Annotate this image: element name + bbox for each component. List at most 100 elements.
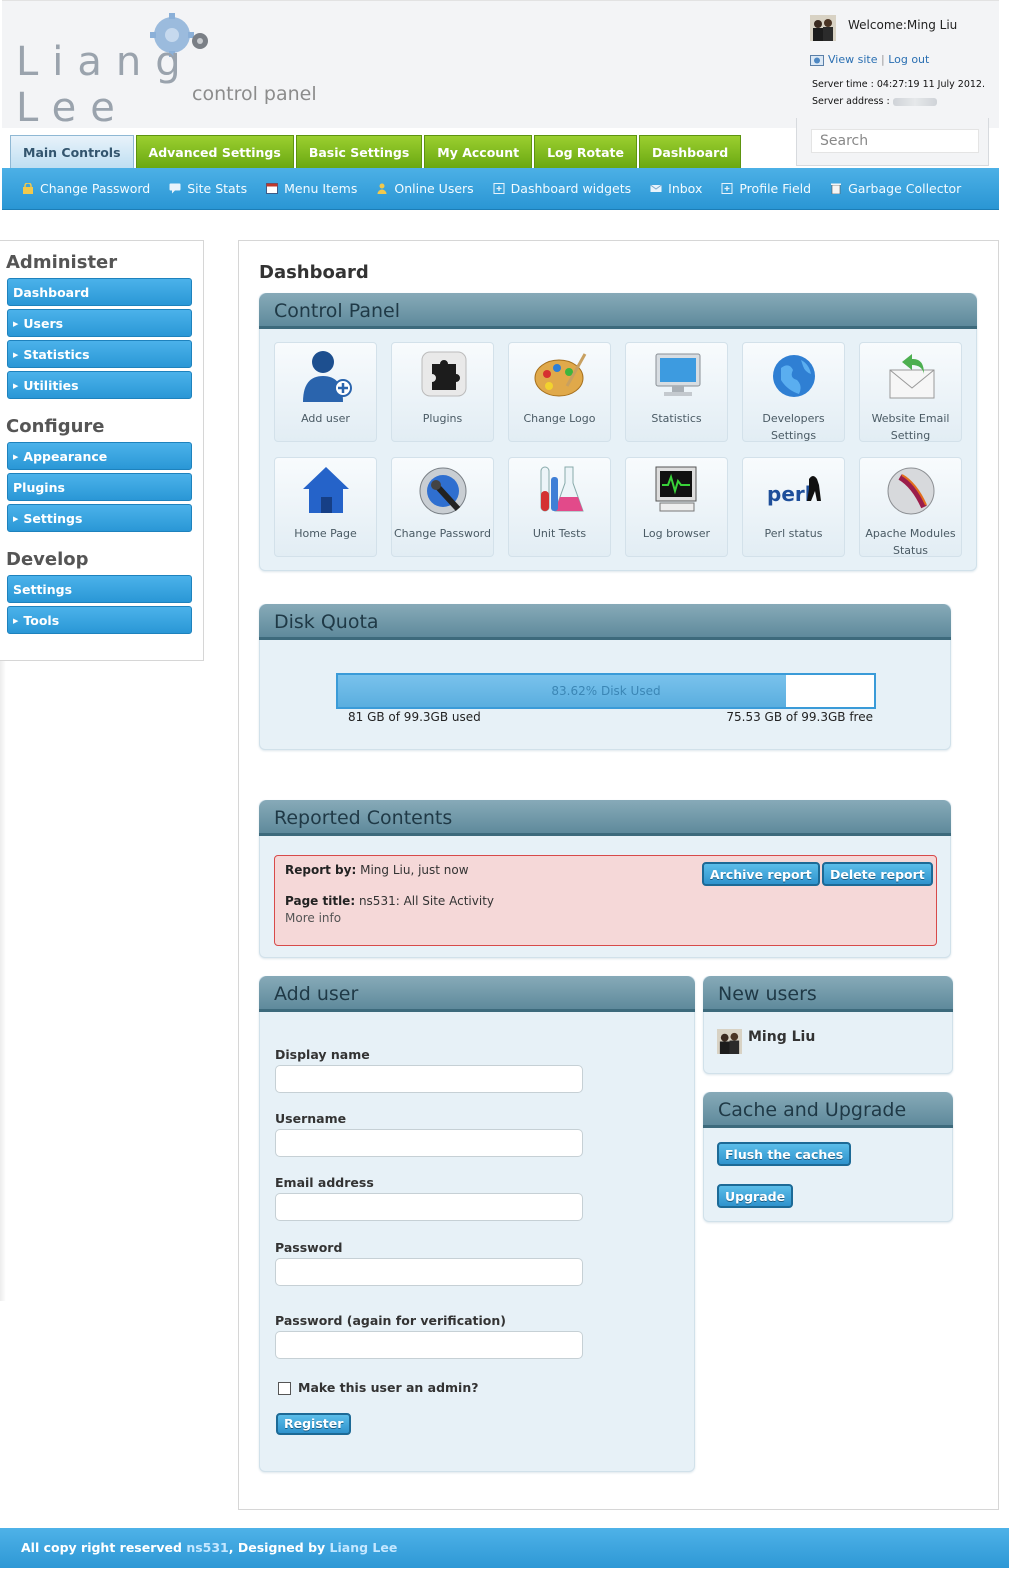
panel-title: Add user — [274, 983, 359, 1005]
main-tabs: Main Controls Advanced Settings Basic Se… — [10, 135, 743, 168]
new-user-name[interactable]: Ming Liu — [748, 1029, 815, 1045]
tile-label: Add user — [301, 412, 350, 425]
report-by: Report by: Ming Liu, just now — [285, 863, 469, 877]
tile-statistics[interactable]: Statistics — [625, 342, 728, 442]
subnav-profile-field[interactable]: Profile Field — [721, 181, 811, 196]
display-name-field[interactable] — [275, 1065, 583, 1093]
sidebar-item-appearance[interactable]: ▶ Appearance — [7, 442, 192, 470]
sidebar-item-utilities[interactable]: ▶ Utilities — [7, 371, 192, 399]
tile-apache-modules-status[interactable]: Apache Modules Status — [859, 457, 962, 557]
footer: All copy right reserved ns531, Designed … — [0, 1528, 1009, 1568]
sidebar-item-users[interactable]: ▶ Users — [7, 309, 192, 337]
panel-title: Disk Quota — [274, 611, 379, 633]
avatar[interactable] — [717, 1029, 742, 1054]
tab-main-controls[interactable]: Main Controls — [10, 135, 134, 168]
panel-title: Control Panel — [274, 300, 400, 322]
sidebar: Administer Dashboard ▶ Users ▶ Statistics … — [0, 240, 204, 661]
password-again-field[interactable] — [275, 1331, 583, 1359]
panel-header: Control Panel — [259, 293, 977, 329]
subnav-dashboard-widgets[interactable]: Dashboard widgets — [493, 181, 631, 196]
tile-change-password[interactable]: Change Password — [391, 457, 494, 557]
view-site-link[interactable]: View site — [828, 53, 877, 66]
make-admin-label: Make this user an admin? — [298, 1380, 479, 1395]
control-panel: Control Panel Add user Plugins Change Lo… — [259, 293, 977, 571]
tile-unit-tests[interactable]: Unit Tests — [508, 457, 611, 557]
sidebar-item-dashboard[interactable]: Dashboard — [7, 278, 192, 306]
avatar[interactable] — [810, 15, 836, 41]
sidebar-item-label: Users — [23, 316, 64, 331]
upgrade-button[interactable]: Upgrade — [717, 1184, 794, 1208]
email-label: Email address — [275, 1175, 374, 1190]
arrow-right-icon: ▶ — [13, 515, 19, 523]
password-field[interactable] — [275, 1258, 583, 1286]
sidebar-item-plugins[interactable]: Plugins — [7, 473, 192, 501]
tile-add-user[interactable]: Add user — [274, 342, 377, 442]
tile-label: Developers Settings — [762, 412, 825, 442]
tile-label: Log browser — [642, 527, 711, 540]
tab-my-account[interactable]: My Account — [424, 135, 533, 168]
panel-header: Disk Quota — [259, 604, 951, 640]
flush-caches-button[interactable]: Flush the caches — [717, 1142, 852, 1166]
subnav-menu-items[interactable]: Menu Items — [266, 181, 357, 196]
tile-perl-status[interactable]: perl Perl status — [742, 457, 845, 557]
tile-label: Home Page — [294, 527, 357, 540]
envelope-icon — [650, 184, 662, 192]
lock-icon — [23, 183, 33, 194]
tile-developers-settings[interactable]: Developers Settings — [742, 342, 845, 442]
tile-label: Website Email Setting — [871, 412, 950, 442]
new-users-panel: New users Ming Liu — [703, 976, 953, 1074]
sub-navigation: Change Password Site Stats Menu Items On… — [2, 168, 999, 210]
subnav-inbox[interactable]: Inbox — [650, 181, 702, 196]
tile-home-page[interactable]: Home Page — [274, 457, 377, 557]
search-input[interactable] — [811, 129, 979, 153]
sidebar-item-develop-settings[interactable]: Settings — [7, 575, 192, 603]
tab-advanced-settings[interactable]: Advanced Settings — [135, 135, 294, 168]
subnav-online-users[interactable]: Online Users — [376, 181, 474, 196]
disk-usage-bar: 83.62% Disk Used — [336, 673, 876, 709]
svg-text:perl: perl — [767, 482, 812, 506]
archive-report-button[interactable]: Archive report — [702, 862, 820, 886]
subnav-change-password[interactable]: Change Password — [22, 181, 150, 196]
subnav-label: Garbage Collector — [848, 181, 962, 196]
tab-log-rotate[interactable]: Log Rotate — [534, 135, 638, 168]
register-button[interactable]: Register — [276, 1413, 352, 1435]
username-field[interactable] — [275, 1129, 583, 1157]
tile-change-logo[interactable]: Change Logo — [508, 342, 611, 442]
blurred-address — [892, 97, 937, 106]
report-item: Report by: Ming Liu, just now Page title… — [274, 855, 937, 946]
disk-free-text: 75.53 GB of 99.3GB free — [726, 710, 873, 724]
subnav-garbage-collector[interactable]: Garbage Collector — [830, 181, 961, 196]
tile-label: Change Logo — [523, 412, 596, 425]
sidebar-item-label: Appearance — [23, 449, 108, 464]
window-icon — [266, 183, 279, 194]
more-info-link[interactable]: More info — [285, 911, 341, 925]
chat-icon — [169, 183, 181, 194]
footer-copyright: All copy right reserved — [21, 1540, 187, 1555]
arrow-right-icon: ▶ — [13, 617, 19, 625]
sidebar-item-tools[interactable]: ▶ Tools — [7, 606, 192, 634]
tab-basic-settings[interactable]: Basic Settings — [295, 135, 423, 168]
email-field[interactable] — [275, 1193, 583, 1221]
welcome-text: Welcome:Ming Liu — [848, 18, 958, 32]
tab-dashboard[interactable]: Dashboard — [639, 135, 742, 168]
footer-site-link[interactable]: ns531 — [186, 1540, 228, 1555]
sidebar-item-statistics[interactable]: ▶ Statistics — [7, 340, 192, 368]
tile-website-email-setting[interactable]: Website Email Setting — [859, 342, 962, 442]
home-icon — [303, 467, 349, 513]
panel-header: Reported Contents — [259, 800, 951, 836]
sidebar-item-label: Utilities — [23, 378, 79, 393]
make-admin-checkbox[interactable] — [278, 1382, 291, 1395]
delete-report-button[interactable]: Delete report — [822, 862, 933, 886]
subnav-site-stats[interactable]: Site Stats — [169, 181, 247, 196]
log-out-link[interactable]: Log out — [888, 53, 929, 66]
tile-log-browser[interactable]: Log browser — [625, 457, 728, 557]
panel-title: New users — [718, 983, 817, 1005]
tile-plugins[interactable]: Plugins — [391, 342, 494, 442]
puzzle-icon — [421, 351, 467, 397]
search-area — [796, 118, 989, 166]
add-user-icon — [303, 351, 352, 402]
logo[interactable]: Liang Lee control panel — [16, 11, 326, 131]
footer-designer-link[interactable]: Liang Lee — [330, 1540, 398, 1555]
subnav-label: Online Users — [394, 181, 474, 196]
sidebar-item-settings[interactable]: ▶ Settings — [7, 504, 192, 532]
